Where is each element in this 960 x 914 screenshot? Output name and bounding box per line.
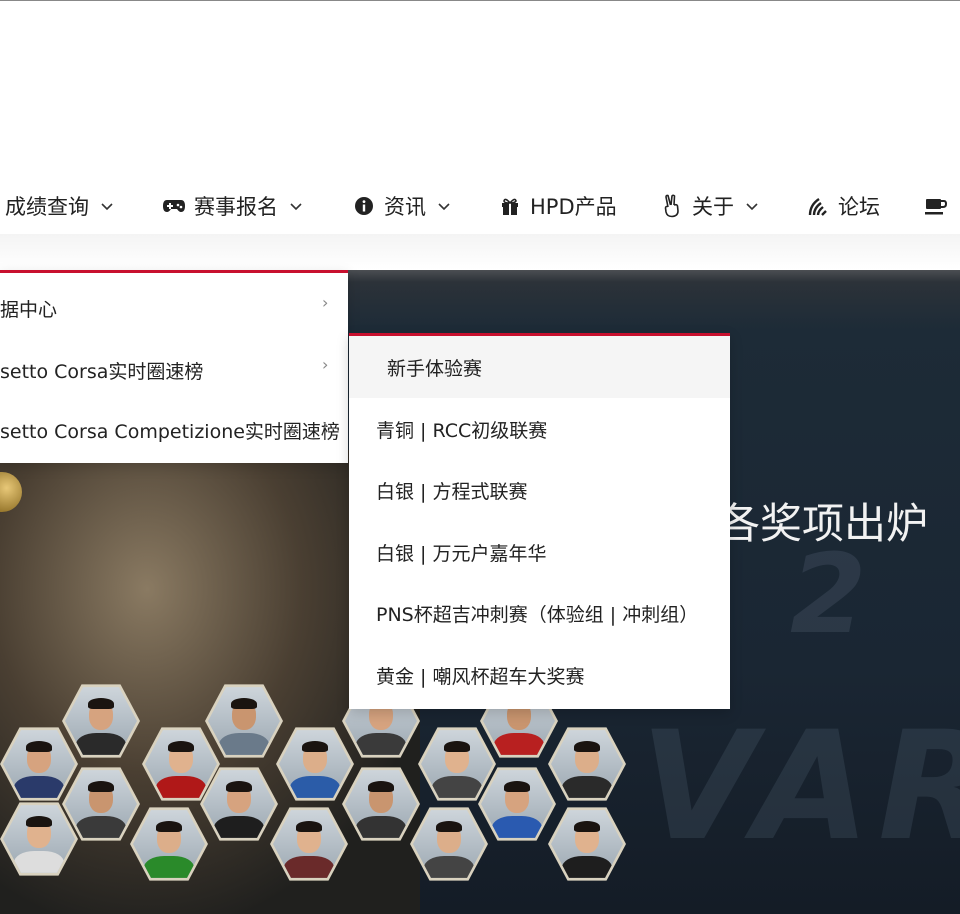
nav-item-about[interactable]: 关于 — [660, 178, 760, 234]
nav-item-forum[interactable]: 论坛 — [806, 178, 880, 234]
driver-photo-hex — [478, 767, 556, 841]
nav-item-label: 论坛 — [838, 195, 880, 219]
info-icon — [352, 194, 376, 218]
menu-item-ac-laptimes[interactable]: setto Corsa实时圈速榜 › — [0, 339, 348, 401]
submenu-item-label: 新手体验赛 — [387, 357, 483, 380]
nav-item-label: 赛事报名 — [194, 195, 278, 219]
driver-photo-hex — [410, 807, 488, 881]
nav-item-label: 关于 — [692, 195, 734, 219]
hero-bg-text: VAR — [640, 700, 960, 874]
menu-item-label: setto Corsa Competizione实时圈速榜 — [0, 420, 340, 443]
nav-item-results[interactable]: 成绩查询 — [5, 178, 115, 234]
submenu-item-label: PNS杯超吉冲刺赛（体验组 | 冲刺组） — [376, 603, 699, 626]
menu-item-acc-laptimes[interactable]: setto Corsa Competizione实时圈速榜 › — [0, 399, 348, 461]
nav-item-registration[interactable]: 赛事报名 — [162, 178, 304, 234]
chevron-right-icon: › — [322, 355, 329, 374]
menu-item-label: 据中心 — [0, 298, 58, 321]
menu-item-label: setto Corsa实时圈速榜 — [0, 360, 204, 383]
submenu-item-label: 黄金 | 嘲风杯超车大奖赛 — [376, 665, 585, 688]
submenu-item-pns-sprint[interactable]: PNS杯超吉冲刺赛（体验组 | 冲刺组） — [349, 582, 730, 644]
nav-item-hpd-products[interactable]: HPD产品 — [498, 178, 617, 234]
chevron-down-icon — [744, 198, 760, 214]
nav-item-coffee[interactable] — [924, 178, 956, 234]
chevron-right-icon: › — [322, 415, 329, 434]
submenu-item-silver-formula[interactable]: 白银 | 方程式联赛 — [349, 459, 730, 521]
nav-shadow — [0, 234, 960, 270]
driver-photo-hex — [418, 727, 496, 801]
submenu-item-label: 白银 | 方程式联赛 — [376, 480, 528, 503]
driver-photo-hex — [548, 727, 626, 801]
nav-item-label: HPD产品 — [530, 195, 617, 219]
chevron-down-icon — [288, 198, 304, 214]
menu-item-data-center[interactable]: 据中心 › — [0, 277, 348, 339]
nav-item-news[interactable]: 资讯 — [352, 178, 452, 234]
hero-title: 各奖项出炉 — [718, 499, 929, 548]
submenu-item-silver-carnival[interactable]: 白银 | 万元户嘉年华 — [349, 521, 730, 583]
submenu-item-rookie[interactable]: 新手体验赛 — [349, 336, 730, 398]
chevron-down-icon — [436, 198, 452, 214]
main-nav: 成绩查询 赛事报名 资讯 HPD产品 关于 论坛 — [0, 178, 960, 234]
driver-photo-hex — [548, 807, 626, 881]
dropdown-menu-results: 据中心 › setto Corsa实时圈速榜 › setto Corsa Com… — [0, 270, 348, 463]
dropdown-submenu-events: 新手体验赛 青铜 | RCC初级联赛 白银 | 方程式联赛 白银 | 万元户嘉年… — [349, 333, 730, 709]
submenu-item-gold-chaofeng[interactable]: 黄金 | 嘲风杯超车大奖赛 — [349, 644, 730, 706]
gift-icon — [498, 194, 522, 218]
submenu-item-label: 白银 | 万元户嘉年华 — [376, 542, 547, 565]
nav-item-label: 资讯 — [384, 195, 426, 219]
submenu-item-label: 青铜 | RCC初级联赛 — [376, 419, 548, 442]
submenu-item-bronze-rcc[interactable]: 青铜 | RCC初级联赛 — [349, 398, 730, 460]
gamepad-icon — [162, 194, 186, 218]
coffee-icon — [924, 194, 948, 218]
wifi-icon — [806, 194, 830, 218]
top-border — [0, 0, 960, 1]
nav-item-label: 成绩查询 — [5, 195, 89, 219]
chevron-right-icon: › — [322, 293, 329, 312]
hand-peace-icon — [660, 194, 684, 218]
chevron-down-icon — [99, 198, 115, 214]
